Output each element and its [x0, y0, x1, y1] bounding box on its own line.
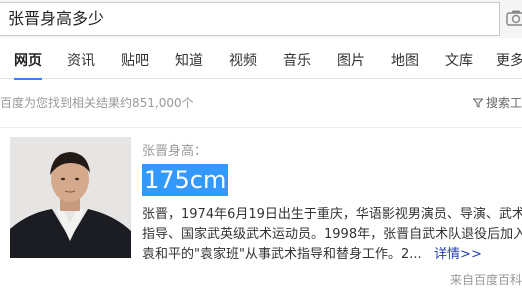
search-input[interactable]: 张晋身高多少 — [0, 2, 500, 36]
description-line: 指导、国家武英级武术运动员。1998年，张晋自武术队退役后加入 — [142, 227, 522, 242]
person-photo[interactable] — [10, 137, 131, 258]
tab-wenku[interactable]: 文库 — [445, 44, 473, 79]
tab-video[interactable]: 视频 — [229, 44, 257, 79]
filter-icon — [472, 98, 483, 108]
tab-images[interactable]: 图片 — [337, 44, 365, 79]
tab-web[interactable]: 网页 — [14, 44, 42, 80]
answer-question-label: 张晋身高： — [142, 144, 208, 159]
search-tools-label: 搜索工 — [485, 96, 522, 110]
description-text: 袁和平的"袁家班"从事武术指导和替身工作。2... — [142, 247, 422, 262]
result-count: 百度为您找到相关结果约851,000个 — [0, 96, 194, 110]
answer-card: 张晋身高： 175cm 张晋，1974年6月19日出生于重庆，华语影视男演员、导… — [0, 127, 522, 294]
tab-tieba[interactable]: 贴吧 — [121, 44, 149, 79]
tab-more[interactable]: 更多 — [496, 44, 522, 79]
tab-music[interactable]: 音乐 — [283, 44, 311, 79]
tab-news[interactable]: 资讯 — [67, 44, 95, 79]
source-label[interactable]: 来自百度百科 — [450, 271, 522, 288]
answer-value: 175cm — [142, 164, 229, 196]
answer-description: 张晋，1974年6月19日出生于重庆，华语影视男演员、导演、武术 指导、国家武英… — [142, 205, 522, 265]
search-tabs: 网页 资讯 贴吧 知道 视频 音乐 图片 地图 文库 更多 — [0, 44, 522, 80]
search-tools-button[interactable]: 搜索工 — [472, 94, 522, 111]
description-line: 袁和平的"袁家班"从事武术指导和替身工作。2... 详情>> — [142, 245, 522, 265]
search-bar: 张晋身高多少 — [0, 0, 522, 38]
description-line: 张晋，1974年6月19日出生于重庆，华语影视男演员、导演、武术 — [142, 207, 522, 222]
portrait-image — [10, 137, 131, 258]
tab-zhidao[interactable]: 知道 — [175, 44, 203, 79]
search-results-page: 张晋身高多少 网页 资讯 贴吧 知道 视频 音乐 图片 地图 文库 更多 百度为… — [0, 0, 522, 294]
details-link[interactable]: 详情>> — [434, 247, 482, 262]
tab-maps[interactable]: 地图 — [391, 44, 419, 79]
camera-icon[interactable] — [505, 9, 522, 27]
